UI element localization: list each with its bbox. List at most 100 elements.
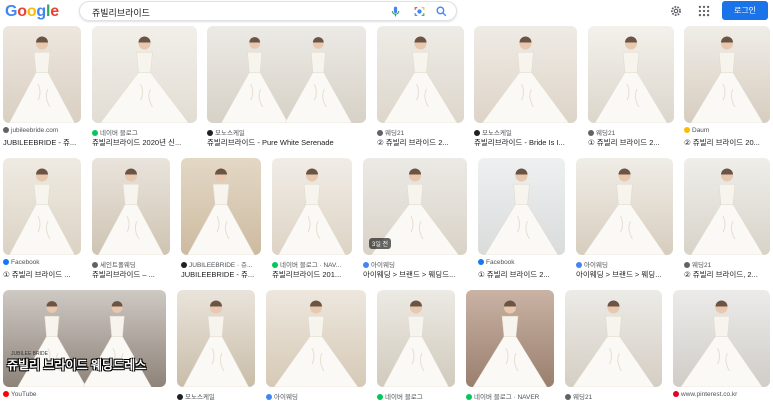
result-thumbnail[interactable] [377,290,455,387]
image-result-card[interactable]: 웨딩21 ① 쥬빌리 브라이드 2... [588,26,674,153]
result-thumbnail[interactable] [266,290,366,387]
result-title[interactable]: JUBILEEBRIDE - 쥬... [181,269,261,280]
login-button[interactable]: 로그인 [722,1,768,20]
result-title[interactable]: 쥬빌리브라이드 - Pure White Serenade [207,137,366,148]
source-favicon-icon [377,130,383,136]
result-title[interactable]: ① 쥬빌리 브라이드 ... [3,269,81,280]
result-source[interactable]: 웨딩21 [565,391,662,401]
result-source[interactable]: 아이웨딩 [363,259,467,269]
google-logo[interactable]: Google [5,3,59,21]
image-result-card[interactable]: 모노스케일 쥬빌리브라이드 - Bride Is I... [474,26,577,153]
gear-icon[interactable] [669,4,683,18]
result-source[interactable]: 웨딩21 [588,127,674,137]
result-source[interactable]: jubileebride.com [3,127,81,134]
image-result-card[interactable]: jubileebride.com JUBILEEBRIDE - 쥬... [3,26,81,153]
image-result-card[interactable]: 네이버 블로그 [377,290,455,417]
image-result-card[interactable]: Facebook ① 쥬빌리 브라이드 2... [478,158,565,285]
result-thumbnail[interactable] [272,158,352,255]
dress-bodice [622,51,640,73]
result-source[interactable]: YouTube [3,391,166,398]
result-thumbnail[interactable]: 3일 전 [363,158,467,255]
microphone-icon[interactable] [389,5,402,18]
result-title[interactable]: ① 쥬빌리 브라이드 2... [478,269,565,280]
result-title[interactable]: JUBILEEBRIDE - 쥬... [3,137,81,148]
image-result-card[interactable]: 아이웨딩 아이웨딩 > 브랜드 > 웨딩... [576,158,673,285]
image-result-card[interactable]: www.pinterest.co.kr [673,290,770,417]
result-thumbnail[interactable] [474,26,577,123]
image-result-card[interactable]: 세인트폴웨딩 쥬빌리브라이드 – ... [92,158,170,285]
camera-lens-icon[interactable] [413,5,426,18]
result-thumbnail[interactable] [576,158,673,255]
result-source[interactable]: Daum [684,127,770,134]
result-thumbnail[interactable] [181,158,261,255]
result-source[interactable]: www.pinterest.co.kr [673,391,770,398]
image-result-card[interactable]: 네이버 블로그 · NAV... 쥬빌리브라이드 201... [272,158,352,285]
logo-letter: o [17,3,27,20]
result-source[interactable]: 모노스케일 [474,127,577,137]
image-result-card[interactable]: 웨딩21 ② 쥬빌리 브라이드 2... [377,26,464,153]
result-thumbnail[interactable] [92,26,197,123]
result-thumbnail[interactable] [673,290,770,387]
image-result-card[interactable]: 웨딩21 [565,290,662,417]
result-thumbnail[interactable]: JUBILEE BRIDE 쥬빌리 브라이드 웨딩드레스 [3,290,166,387]
image-result-card[interactable]: 3일 전아이웨딩 아이웨딩 > 브랜드 > 웨딩드... [363,158,467,285]
dress-bodice [407,315,425,337]
result-source[interactable]: 모노스케일 [177,391,255,401]
source-favicon-icon [565,394,571,400]
result-source[interactable]: 네이버 블로그 [92,127,197,137]
result-title[interactable]: ② 쥬빌리 브라이드, 2... [684,269,770,280]
apps-grid-icon[interactable] [697,4,711,18]
result-source[interactable]: 모노스케일 [207,127,366,137]
result-thumbnail[interactable] [466,290,554,387]
search-icon[interactable] [435,5,448,18]
source-name: 네이버 블로그 · NAV... [280,262,342,269]
image-result-card[interactable]: JUBILEE BRIDE 쥬빌리 브라이드 웨딩드레스 YouTube [3,290,166,417]
dress-bodice [122,183,140,205]
result-thumbnail[interactable] [92,158,170,255]
result-source[interactable]: 아이웨딩 [266,391,366,401]
image-result-card[interactable]: 모노스케일 쥬빌리브라이드 - Pure White Serenade [207,26,366,153]
dress-bodice [44,315,60,337]
result-thumbnail[interactable] [377,26,464,123]
image-result-card[interactable]: 모노스케일 [177,290,255,417]
image-result-card[interactable]: Facebook ① 쥬빌리 브라이드 ... [3,158,81,285]
image-result-card[interactable]: 웨딩21 ② 쥬빌리 브라이드, 2... [684,158,770,285]
result-title[interactable]: ① 쥬빌리 브라이드 2... [588,137,674,148]
image-result-card[interactable]: 아이웨딩 [266,290,366,417]
dress-bodice [616,183,633,205]
result-thumbnail[interactable] [684,158,770,255]
result-title[interactable]: ② 쥬빌리 브라이드 20... [684,137,770,148]
result-source[interactable]: 네이버 블로그 [377,391,455,401]
search-box[interactable]: 쥬빌리브라이드 [79,1,457,21]
image-result-card[interactable]: Daum ② 쥬빌리 브라이드 20... [684,26,770,153]
result-source[interactable]: 네이버 블로그 · NAVER [466,391,554,401]
result-title[interactable]: 쥬빌리브라이드 201... [272,269,352,280]
result-title[interactable]: 쥬빌리브라이드 - Bride Is I... [474,137,577,148]
result-thumbnail[interactable] [177,290,255,387]
result-source[interactable]: 네이버 블로그 · NAV... [272,259,352,269]
result-title[interactable]: ② 쥬빌리 브라이드 2... [377,137,464,148]
result-source[interactable]: 웨딩21 [377,127,464,137]
result-source[interactable]: 웨딩21 [684,259,770,269]
image-result-card[interactable]: 네이버 블로그 쥬빌리브라이드 2020년 신... [92,26,197,153]
result-thumbnail[interactable] [207,26,366,123]
result-source[interactable]: Facebook [478,259,565,266]
result-thumbnail[interactable] [478,158,565,255]
result-thumbnail[interactable] [565,290,662,387]
result-source[interactable]: Facebook [3,259,81,266]
result-thumbnail[interactable] [3,158,81,255]
result-title[interactable]: 쥬빌리브라이드 – ... [92,269,170,280]
result-title[interactable]: 아이웨딩 > 브랜드 > 웨딩드... [363,269,467,280]
result-source[interactable]: 세인트폴웨딩 [92,259,170,269]
image-result-card[interactable]: JUBILEEBRIDE · 쥬... JUBILEEBRIDE - 쥬... [181,158,261,285]
search-input[interactable]: 쥬빌리브라이드 [92,6,150,19]
result-thumbnail[interactable] [684,26,770,123]
result-thumbnail[interactable] [3,26,81,123]
result-source[interactable]: JUBILEEBRIDE · 쥬... [181,259,261,269]
result-title[interactable]: 아이웨딩 > 브랜드 > 웨딩... [576,269,673,280]
image-result-card[interactable]: 네이버 블로그 · NAVER [466,290,554,417]
result-title[interactable]: 쥬빌리브라이드 2020년 신... [92,137,197,148]
dress-bodice [310,51,326,73]
result-thumbnail[interactable] [588,26,674,123]
result-source[interactable]: 아이웨딩 [576,259,673,269]
